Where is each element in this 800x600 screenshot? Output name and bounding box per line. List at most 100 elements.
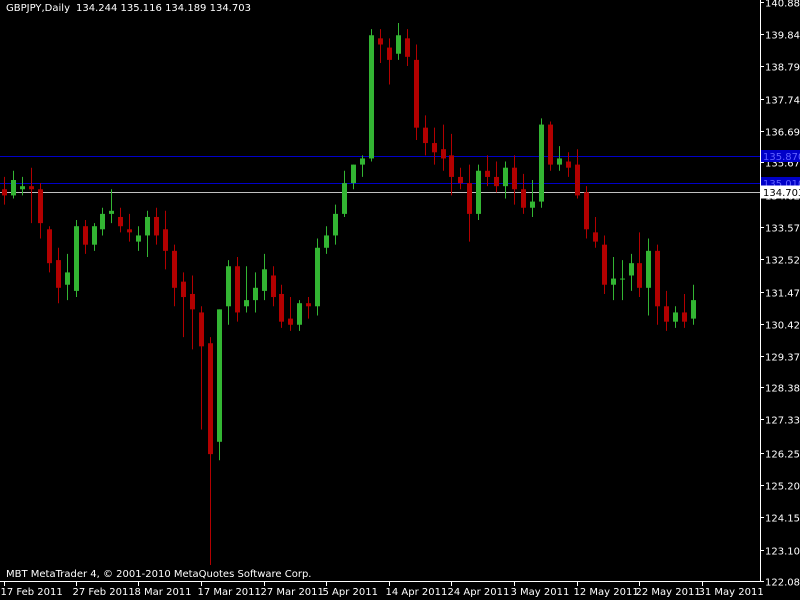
x-tick-label: 27 Mar 2011 (261, 587, 324, 598)
line-labels: 135.870135.010134.703 (760, 150, 800, 199)
candle-body (244, 300, 249, 307)
x-tick-label: 22 May 2011 (636, 587, 701, 598)
candle-body (476, 170, 481, 214)
candle-body (405, 38, 410, 57)
candle-body (163, 229, 168, 251)
time-axis: 17 Feb 2011 27 Feb 2011 8 Mar 2011 17 Mar 2… (1, 581, 764, 598)
candle-body (324, 235, 329, 248)
y-tick-label: 126.250 (765, 450, 800, 461)
candle-body (333, 213, 338, 236)
candle-body (190, 293, 195, 310)
candlestick-chart[interactable]: 140.880139.840138.790137.740136.690135.6… (0, 0, 800, 600)
candle-body (74, 226, 79, 291)
y-tick-label: 138.790 (765, 63, 800, 74)
candle-body (145, 216, 150, 236)
candle-body (226, 266, 231, 307)
candle-body (387, 47, 392, 60)
candle-body (539, 124, 544, 202)
y-tick-label: 133.570 (765, 224, 800, 235)
candle-body (646, 250, 651, 288)
copyright-text: MBT MetaTrader 4, © 2001-2010 MetaQuotes… (6, 569, 312, 580)
candle-body (38, 189, 43, 224)
candle-body (503, 167, 508, 187)
candle-body (584, 192, 589, 230)
candle-body (47, 229, 52, 264)
candle-body (351, 164, 356, 184)
candle-body (315, 247, 320, 307)
candle-body (566, 161, 571, 168)
horizontal-lines (0, 156, 760, 193)
y-tick-label: 139.840 (765, 31, 800, 42)
candle-body (20, 186, 25, 190)
symbol-timeframe: GBPJPY,Daily (6, 3, 70, 14)
price-axis: 140.880139.840138.790137.740136.690135.6… (760, 0, 800, 589)
candle-body (208, 343, 213, 455)
y-tick-label: 124.150 (765, 514, 800, 525)
candle-body (664, 306, 669, 322)
candle-body (414, 59, 419, 128)
candle-body (485, 170, 490, 177)
candle-body (521, 189, 526, 208)
candle-body (637, 263, 642, 288)
y-tick-label: 130.420 (765, 321, 800, 332)
candle-body (100, 213, 105, 230)
candle-body (2, 189, 7, 196)
x-tick-label: 12 May 2011 (574, 587, 639, 598)
candle-body (655, 250, 660, 307)
candle-body (575, 164, 580, 196)
candle-body (530, 201, 535, 208)
candle-body (262, 269, 267, 291)
candle-body (199, 312, 204, 347)
candle-body (154, 216, 159, 236)
x-tick-label: 17 Feb 2011 (1, 587, 63, 598)
y-tick-label: 137.740 (765, 96, 800, 107)
y-tick-label: 123.100 (765, 547, 800, 558)
candle-body (92, 226, 97, 245)
candle-body (172, 250, 177, 288)
candle-body (602, 244, 607, 285)
candle-body (65, 272, 70, 285)
x-tick-label: 17 Mar 2011 (198, 587, 261, 598)
candle-body (83, 226, 88, 245)
candle-body (109, 210, 114, 214)
x-tick-label: 8 Mar 2011 (135, 587, 192, 598)
line-label-text: 134.703 (763, 188, 800, 199)
candle-body (360, 158, 365, 165)
candle-body (449, 155, 454, 177)
x-tick-label: 14 Apr 2011 (386, 587, 448, 598)
candle-body (512, 167, 517, 190)
x-tick-label: 24 Apr 2011 (448, 587, 510, 598)
x-tick-label: 3 May 2011 (511, 587, 570, 598)
candle-body (396, 35, 401, 54)
x-tick-label: 5 Apr 2011 (323, 587, 378, 598)
chart-axes (0, 0, 761, 582)
candle-body (682, 312, 687, 322)
candle-body (691, 300, 696, 319)
y-tick-label: 131.470 (765, 289, 800, 300)
ohlc-readout: 134.244 135.116 134.189 134.703 (76, 3, 251, 14)
candle-body (29, 186, 34, 190)
candle-body (271, 275, 276, 298)
y-tick-label: 132.520 (765, 256, 800, 267)
y-tick-label: 136.690 (765, 128, 800, 139)
candles (2, 22, 696, 565)
candle-body (441, 149, 446, 159)
candle-body (56, 260, 61, 288)
candle-body (217, 309, 222, 442)
candle-body (593, 232, 598, 242)
candle-body (342, 183, 347, 214)
candle-body (253, 287, 258, 301)
line-label-text: 135.870 (763, 152, 800, 163)
candle-body (378, 38, 383, 45)
candle-body (458, 176, 463, 184)
candle-body (288, 318, 293, 325)
y-tick-label: 125.200 (765, 482, 800, 493)
candle-body (235, 266, 240, 313)
candle-body (557, 158, 562, 165)
y-tick-label: 127.330 (765, 416, 800, 427)
x-tick-label: 31 May 2011 (699, 587, 764, 598)
candle-body (494, 176, 499, 187)
candle-body (611, 278, 616, 285)
y-tick-label: 128.380 (765, 384, 800, 395)
candle-body (467, 183, 472, 214)
